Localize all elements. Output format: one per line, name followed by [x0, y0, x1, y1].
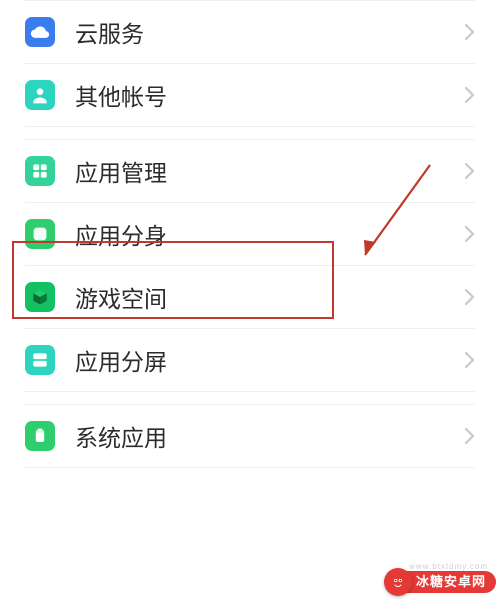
group-apps: 应用管理 应用分身 游戏空间 — [0, 139, 500, 392]
list-item-split-screen[interactable]: 应用分屏 — [0, 329, 500, 391]
group-separator — [0, 392, 500, 404]
group-account: 云服务 其他帐号 — [0, 0, 500, 127]
split-icon — [25, 345, 55, 375]
group-separator — [0, 127, 500, 139]
list-item-label: 应用管理 — [75, 154, 463, 188]
watermark-text: 冰糖安卓网 — [398, 571, 496, 593]
cloud-icon — [25, 17, 55, 47]
chevron-right-icon — [463, 162, 475, 180]
watermark-logo-icon — [384, 568, 412, 596]
list-item-label: 系统应用 — [75, 419, 463, 453]
chevron-right-icon — [463, 351, 475, 369]
chevron-right-icon — [463, 225, 475, 243]
divider — [25, 467, 475, 468]
list-item-label: 云服务 — [75, 15, 463, 49]
list-item-label: 游戏空间 — [75, 280, 463, 314]
chevron-right-icon — [463, 86, 475, 104]
chevron-right-icon — [463, 23, 475, 41]
list-item-label: 应用分屏 — [75, 343, 463, 377]
list-item-app-management[interactable]: 应用管理 — [0, 140, 500, 202]
watermark: 冰糖安卓网 — [384, 568, 496, 596]
list-item-cloud[interactable]: 云服务 — [0, 1, 500, 63]
settings-page: 云服务 其他帐号 应用管理 — [0, 0, 500, 604]
chevron-right-icon — [463, 427, 475, 445]
list-item-label: 应用分身 — [75, 217, 463, 251]
list-item-label: 其他帐号 — [75, 78, 463, 112]
list-item-other-accounts[interactable]: 其他帐号 — [0, 64, 500, 126]
apps-icon — [25, 156, 55, 186]
clone-icon — [25, 219, 55, 249]
list-item-system-apps[interactable]: 系统应用 — [0, 405, 500, 467]
group-system: 系统应用 — [0, 404, 500, 468]
person-icon — [25, 80, 55, 110]
chevron-right-icon — [463, 288, 475, 306]
list-item-game-space[interactable]: 游戏空间 — [0, 266, 500, 328]
cube-icon — [25, 282, 55, 312]
android-icon — [25, 421, 55, 451]
list-item-app-clone[interactable]: 应用分身 — [0, 203, 500, 265]
